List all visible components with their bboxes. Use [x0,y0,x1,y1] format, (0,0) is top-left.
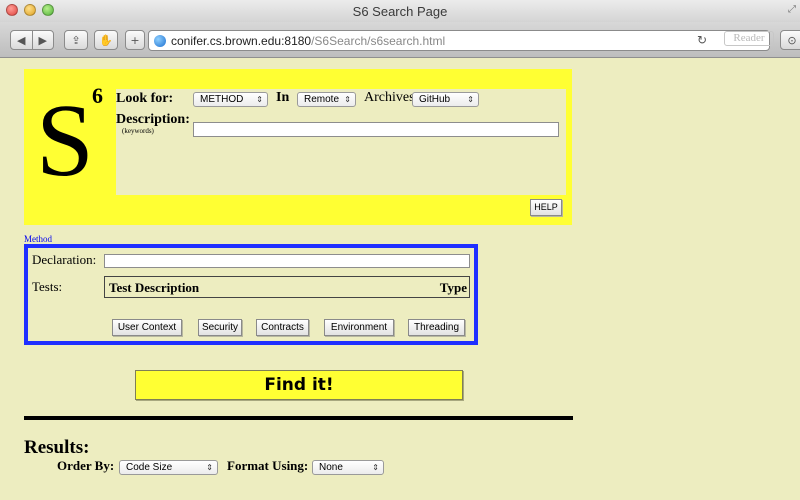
description-label: Description: [116,112,190,127]
in-label: In [276,90,290,105]
address-bar[interactable]: conifer.cs.brown.edu:8180/S6Search/s6sea… [148,30,770,51]
plus-icon: + [130,33,140,47]
archives-label: Archives [364,90,415,105]
select-arrows-icon: ⇕ [206,463,213,472]
results-title: Results: [24,437,90,458]
contracts-button[interactable]: Contracts [256,319,309,336]
logo-letter: S [36,83,94,198]
window-titlebar: S6 Search Page ⤢ [0,0,800,22]
test-type-header: Type [439,280,467,295]
search-banner: S 6 Look for: METHOD ⇕ In Remote ⇕ Archi… [24,69,572,225]
order-by-select[interactable]: Code Size ⇕ [119,460,218,475]
select-arrows-icon: ⇕ [256,95,263,104]
share-button[interactable]: ⇪ [64,30,88,50]
url-path: /S6Search/s6search.html [311,34,446,48]
page-content: S 6 Look for: METHOD ⇕ In Remote ⇕ Archi… [0,59,800,500]
order-by-label: Order By: [57,458,115,473]
search-panel: Look for: METHOD ⇕ In Remote ⇕ Archives … [116,89,566,195]
in-select[interactable]: Remote ⇕ [297,92,356,107]
look-for-value: METHOD [200,94,244,105]
order-by-value: Code Size [126,462,173,473]
download-icon: ⊙ [787,33,797,47]
description-input[interactable] [193,122,559,137]
threading-button[interactable]: Threading [408,319,465,336]
back-forward-buttons[interactable]: ◀ ▶ [10,30,54,50]
declaration-input[interactable] [104,254,470,268]
window-title: S6 Search Page [352,4,448,19]
declaration-label: Declaration: [32,252,97,267]
logo-superscript: 6 [92,83,103,108]
find-it-button[interactable]: Find it! [135,370,463,400]
reader-button[interactable]: Reader [724,31,774,46]
share-icon: ⇪ [71,33,81,47]
url-text: conifer.cs.brown.edu:8180/S6Search/s6sea… [171,34,445,48]
method-link[interactable]: Method [24,234,52,244]
browser-toolbar: ◀ ▶ ⇪ ✋ + conifer.cs.brown.edu:8180/S6Se… [0,22,800,58]
environment-button[interactable]: Environment [324,319,394,336]
tests-label: Tests: [32,279,63,294]
archives-value: GitHub [419,94,451,105]
look-for-select[interactable]: METHOD ⇕ [193,92,268,107]
new-tab-button[interactable]: + [125,30,145,50]
globe-icon [154,35,166,47]
security-button[interactable]: Security [198,319,242,336]
select-arrows-icon: ⇕ [467,95,474,104]
user-context-button[interactable]: User Context [112,319,182,336]
format-using-value: None [319,462,343,473]
method-panel: Declaration: Tests: Test Description Typ… [24,244,478,345]
archives-select[interactable]: GitHub ⇕ [412,92,479,107]
block-button[interactable]: ✋ [94,30,118,50]
hand-icon: ✋ [99,33,113,47]
fullscreen-icon[interactable]: ⤢ [788,4,796,15]
keywords-note: (keywords) [122,127,154,135]
downloads-button[interactable]: ⊙ [780,30,800,50]
format-using-label: Format Using: [227,458,309,473]
reload-icon[interactable]: ↻ [697,33,707,47]
section-divider [24,416,573,420]
select-arrows-icon: ⇕ [372,463,379,472]
look-for-label: Look for: [116,91,174,106]
select-arrows-icon: ⇕ [344,95,351,104]
test-description-header: Test Description [109,280,200,295]
s6-logo: S 6 [36,83,116,193]
help-button[interactable]: HELP [530,199,562,216]
tests-table: Test Description Type [104,276,470,298]
forward-arrow-icon[interactable]: ▶ [33,34,54,47]
in-value: Remote [304,94,340,105]
back-arrow-icon[interactable]: ◀ [11,34,32,47]
format-using-select[interactable]: None ⇕ [312,460,384,475]
url-host: conifer.cs.brown.edu:8180 [171,34,312,48]
